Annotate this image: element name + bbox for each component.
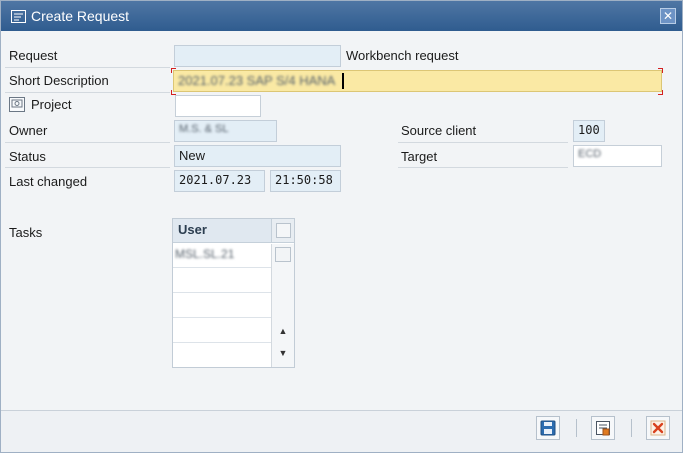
request-number-field [174, 45, 341, 67]
vertical-scrollbar[interactable]: ▲ ▼ [271, 244, 294, 367]
row-divider [398, 142, 568, 143]
dialog-title: Create Request [31, 8, 130, 24]
select-all-box [276, 223, 291, 238]
task-user: MSL.SL.21 [175, 247, 235, 261]
row-divider [5, 167, 170, 168]
scroll-up-icon[interactable]: ▲ [272, 322, 294, 340]
row-divider [398, 167, 568, 168]
table-row[interactable]: MSL.SL.21 [173, 244, 271, 268]
row-selector[interactable] [275, 247, 291, 262]
table-row[interactable] [173, 294, 271, 318]
tasks-label: Tasks [9, 225, 43, 240]
short-description-label: Short Description [9, 73, 109, 88]
required-marker-icon [658, 68, 663, 73]
close-icon[interactable]: ✕ [660, 8, 676, 24]
short-description-input[interactable]: 2021.07.23 SAP S/4 HANA [173, 70, 662, 92]
request-type-text: Workbench request [346, 48, 459, 63]
dialog-footer [1, 411, 682, 452]
row-divider [5, 142, 170, 143]
row-divider [5, 92, 170, 93]
last-changed-label: Last changed [9, 174, 88, 189]
status-label: Status [9, 149, 46, 164]
scroll-down-icon[interactable]: ▼ [272, 344, 294, 362]
request-label: Request [9, 48, 58, 63]
project-icon [9, 97, 25, 112]
toolbar-separator [576, 419, 577, 437]
table-row[interactable] [173, 319, 271, 343]
title-bar: Create Request ✕ [1, 1, 682, 31]
owner-value: M.S. & SL [179, 123, 229, 135]
select-all-cell[interactable] [271, 219, 294, 243]
short-description-value: 2021.07.23 SAP S/4 HANA [178, 73, 336, 88]
owner-label: Owner [9, 123, 48, 138]
text-cursor [342, 73, 344, 89]
toolbar-separator [631, 419, 632, 437]
target-input[interactable]: ECD [573, 145, 662, 167]
table-row[interactable] [173, 344, 271, 368]
source-client-field: 100 [573, 120, 605, 142]
last-changed-date: 2021.07.23 [174, 170, 265, 192]
request-create-icon [10, 9, 26, 23]
user-column-header[interactable]: User [173, 219, 271, 243]
table-row[interactable] [173, 269, 271, 293]
cancel-icon[interactable] [646, 416, 670, 440]
required-marker-icon [658, 90, 663, 95]
project-label-group[interactable]: Project [9, 97, 71, 112]
target-value: ECD [578, 148, 602, 160]
owner-field: M.S. & SL [174, 120, 277, 142]
status-field: New [174, 145, 341, 167]
row-divider [5, 67, 170, 68]
source-client-label: Source client [401, 123, 477, 138]
tasks-table: User MSL.SL.21 ▲ ▼ [172, 218, 295, 368]
create-request-dialog: Create Request ✕ Request Workbench reque… [0, 0, 683, 453]
project-label: Project [31, 97, 72, 112]
save-icon[interactable] [536, 416, 560, 440]
last-changed-time: 21:50:58 [270, 170, 341, 192]
target-label: Target [401, 149, 438, 164]
project-input[interactable] [175, 95, 261, 117]
local-request-icon[interactable] [591, 416, 615, 440]
required-marker-icon [171, 68, 176, 73]
